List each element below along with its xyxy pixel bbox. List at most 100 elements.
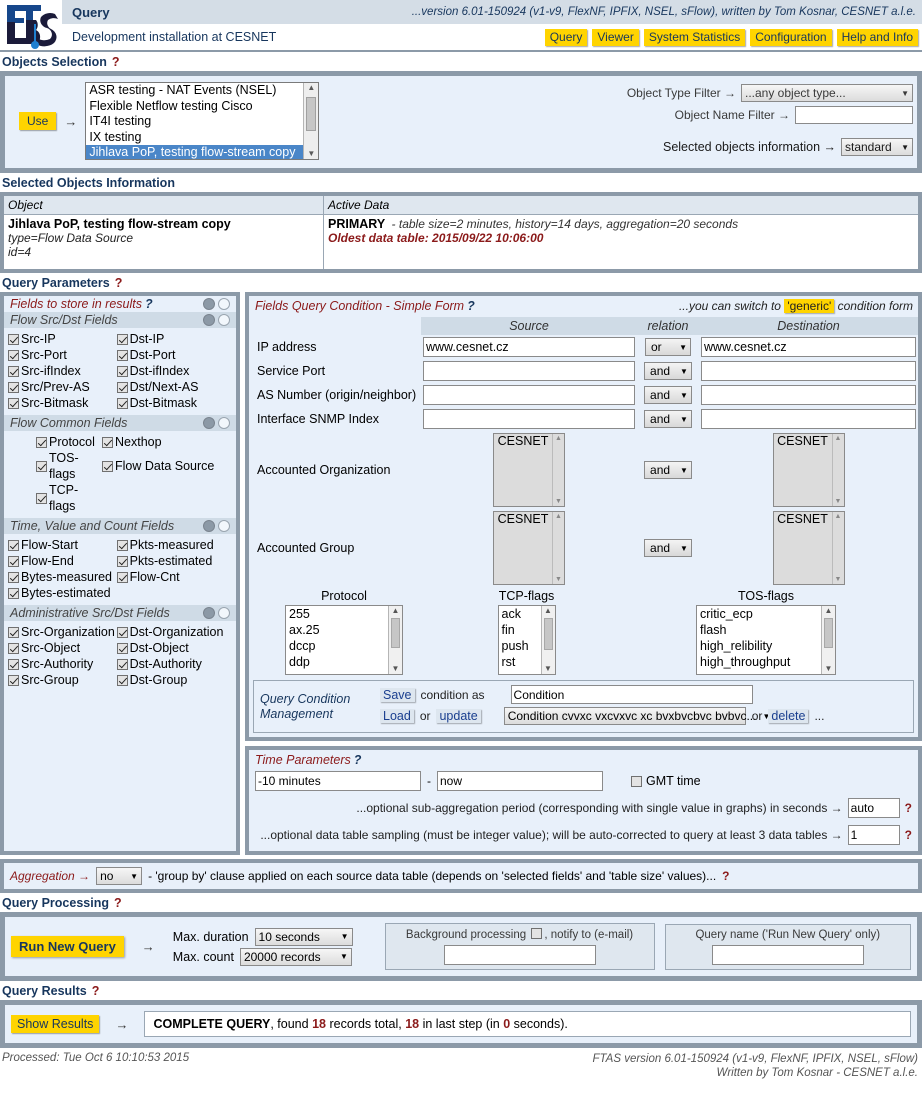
radio-on[interactable]: [203, 607, 215, 619]
protocol-list[interactable]: 255 ax.25 dccp ddp ▲ ▼: [285, 605, 403, 675]
ip-address-source-input[interactable]: [423, 337, 635, 357]
checkbox-icon[interactable]: [116, 642, 128, 654]
checkbox-row[interactable]: Pkts-estimated: [116, 553, 232, 569]
delete-condition-button[interactable]: delete: [768, 709, 809, 723]
gmt-time-row[interactable]: GMT time: [631, 774, 701, 788]
checkbox-icon[interactable]: [116, 539, 128, 551]
radio-off[interactable]: [218, 607, 230, 619]
snmp-index-relation-select[interactable]: and ▼: [644, 410, 692, 428]
accounted-group-destination-list[interactable]: CESNET ▲ ▼: [772, 511, 845, 585]
scroll-up-icon[interactable]: ▲: [544, 606, 552, 616]
checkbox-icon[interactable]: [116, 555, 128, 567]
checkbox-icon[interactable]: [116, 626, 128, 638]
time-from-input[interactable]: [255, 771, 421, 791]
nav-query[interactable]: Query: [544, 28, 588, 46]
query-processing-help-icon[interactable]: ?: [109, 896, 122, 910]
checkbox-icon[interactable]: [8, 397, 19, 409]
checkbox-row[interactable]: Src-Authority: [8, 656, 117, 672]
list-item[interactable]: push: [499, 638, 541, 654]
scroll-up-icon[interactable]: ▲: [835, 512, 842, 521]
scroll-down-icon[interactable]: ▼: [835, 497, 842, 506]
checkbox-icon[interactable]: [8, 587, 19, 599]
checkbox-row[interactable]: Dst-ifIndex: [116, 363, 232, 379]
checkbox-row[interactable]: Src-Bitmask: [8, 395, 117, 411]
scrollbar[interactable]: ▲ ▼: [831, 434, 844, 506]
list-item[interactable]: critic_ecp: [697, 606, 821, 622]
load-condition-button[interactable]: Load: [380, 709, 414, 723]
objects-listbox[interactable]: ASR testing - NAT Events (NSEL) Flexible…: [85, 82, 320, 160]
nav-viewer[interactable]: Viewer: [592, 28, 639, 46]
checkbox-icon[interactable]: [102, 460, 113, 472]
list-item[interactable]: ack: [499, 606, 541, 622]
time-to-input[interactable]: [437, 771, 603, 791]
checkbox-row[interactable]: Dst-Port: [116, 347, 232, 363]
scroll-up-icon[interactable]: ▲: [555, 434, 562, 443]
fields-to-store-help-icon[interactable]: ?: [142, 297, 153, 311]
condition-name-input[interactable]: [510, 685, 753, 704]
radio-on[interactable]: [203, 417, 215, 429]
ip-address-relation-select[interactable]: or ▼: [645, 338, 691, 356]
objects-listbox-scrollbar[interactable]: ▲ ▼: [303, 83, 319, 159]
accounted-organization-source-list[interactable]: CESNET ▲ ▼: [493, 433, 565, 507]
snmp-index-source-input[interactable]: [423, 409, 635, 429]
scroll-down-icon[interactable]: ▼: [555, 575, 562, 584]
checkbox-row[interactable]: Bytes-estimated: [8, 585, 121, 601]
checkbox-row[interactable]: Pkts-measured: [116, 537, 232, 553]
checkbox-row[interactable]: Src/Prev-AS: [8, 379, 117, 395]
checkbox-icon[interactable]: [8, 642, 19, 654]
as-number-relation-select[interactable]: and ▼: [644, 386, 692, 404]
checkbox-icon[interactable]: [116, 658, 128, 670]
scroll-up-icon[interactable]: ▲: [825, 606, 833, 616]
scroll-thumb[interactable]: [824, 618, 833, 648]
checkbox-row[interactable]: Dst-Group: [116, 672, 232, 688]
as-number-destination-input[interactable]: [701, 385, 916, 405]
as-number-source-input[interactable]: [423, 385, 635, 405]
use-button[interactable]: Use: [19, 112, 57, 130]
scroll-down-icon[interactable]: ▼: [555, 497, 562, 506]
checkbox-icon[interactable]: [116, 674, 128, 686]
checkbox-row[interactable]: Nexthop: [102, 434, 162, 450]
object-name-filter-input[interactable]: [795, 106, 913, 124]
checkbox-row[interactable]: Src-Object: [8, 640, 117, 656]
checkbox-row[interactable]: Src-IP: [8, 331, 117, 347]
list-item[interactable]: ASR testing - NAT Events (NSEL): [86, 83, 303, 99]
query-parameters-help-icon[interactable]: ?: [110, 276, 123, 290]
checkbox-icon[interactable]: [8, 365, 19, 377]
checkbox-row[interactable]: Src-Group: [8, 672, 117, 688]
scroll-thumb[interactable]: [543, 618, 553, 650]
checkbox-icon[interactable]: [8, 674, 19, 686]
checkbox-icon[interactable]: [36, 492, 47, 504]
radio-off[interactable]: [218, 298, 230, 310]
list-item[interactable]: CESNET: [774, 434, 832, 449]
checkbox-row[interactable]: Dst-IP: [116, 331, 232, 347]
scroll-up-icon[interactable]: ▲: [392, 606, 400, 616]
fields-toggle-all[interactable]: [203, 298, 230, 310]
background-processing-checkbox-icon[interactable]: [531, 928, 543, 939]
radio-on[interactable]: [203, 298, 215, 310]
max-duration-select[interactable]: 10 seconds ▼: [254, 927, 353, 946]
checkbox-icon[interactable]: [8, 626, 19, 638]
checkbox-icon[interactable]: [116, 349, 128, 361]
aggregation-help-icon[interactable]: ?: [722, 869, 729, 883]
radio-on[interactable]: [203, 520, 215, 532]
checkbox-row[interactable]: Bytes-measured: [8, 569, 117, 585]
checkbox-icon[interactable]: [36, 436, 47, 448]
service-port-source-input[interactable]: [423, 361, 635, 381]
group-toggle[interactable]: [203, 607, 230, 619]
save-condition-button[interactable]: Save: [380, 687, 415, 702]
list-item[interactable]: Flexible Netflow testing Cisco: [86, 99, 303, 115]
list-item[interactable]: dccp: [286, 638, 388, 654]
scroll-thumb[interactable]: [391, 618, 400, 648]
object-type-filter-select[interactable]: ...any object type... ▼: [741, 84, 913, 102]
scroll-up-icon[interactable]: ▲: [307, 83, 315, 93]
list-item[interactable]: flash: [697, 622, 821, 638]
checkbox-row[interactable]: Src-Organization: [8, 624, 117, 640]
checkbox-row[interactable]: Dst-Organization: [116, 624, 232, 640]
group-toggle[interactable]: [203, 417, 230, 429]
list-item[interactable]: high_throughput: [697, 654, 821, 670]
scroll-up-icon[interactable]: ▲: [555, 512, 562, 521]
checkbox-icon[interactable]: [8, 555, 19, 567]
checkbox-icon[interactable]: [116, 397, 128, 409]
scrollbar[interactable]: ▲ ▼: [552, 434, 564, 506]
list-item[interactable]: rst: [499, 654, 541, 670]
